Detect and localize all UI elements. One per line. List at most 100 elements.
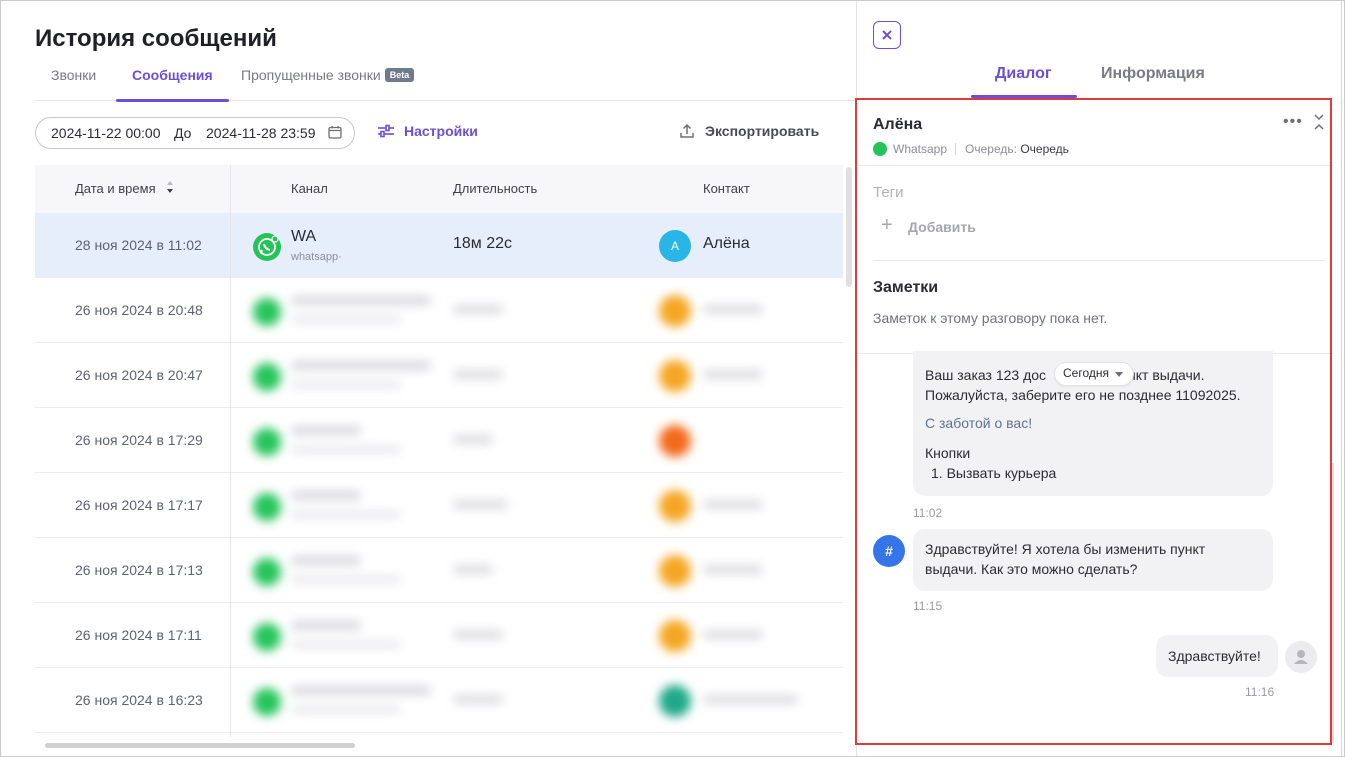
column-duration: Длительность [453,181,538,196]
redacted-text [291,361,431,370]
redacted-text [703,305,763,314]
upload-icon [680,123,694,138]
table-row[interactable]: 28 ноя 2024 в 11:02 WA whatsapp· 18м 22с… [35,213,843,278]
redacted-text [291,621,361,630]
table-row[interactable]: 26 ноя 2024 в 17:29 [35,408,843,473]
table-row[interactable]: 26 ноя 2024 в 16:23 [35,668,843,733]
scrollbar-thumb[interactable] [846,167,852,287]
row-date: 26 ноя 2024 в 17:29 [75,432,203,448]
redacted-text [291,316,401,323]
redacted-text [453,500,508,509]
avatar [659,360,691,392]
redacted-text [703,695,798,704]
date-range-picker[interactable]: 2024-11-22 00:00 До 2024-11-28 23:59 [35,117,355,149]
redacted-text [703,565,763,574]
row-channel: WA [291,228,317,245]
table-row[interactable]: 26 ноя 2024 в 17:11 [35,603,843,668]
row-date: 26 ноя 2024 в 20:48 [75,302,203,318]
message-history-section: История сообщений Звонки Сообщения Пропу… [1,1,856,756]
messages-table: Дата и время Канал Длительность Контакт … [35,165,843,737]
tab-calls-label: Звонки [51,67,97,83]
channel-icon-blurred [253,298,281,326]
window-edge [1341,1,1342,756]
beta-badge: Beta [384,68,415,82]
vertical-scrollbar[interactable] [844,165,854,295]
redacted-text [703,630,763,639]
table-header: Дата и время Канал Длительность Контакт [35,165,843,213]
redacted-text [453,305,503,314]
avatar [659,555,691,587]
row-date: 26 ноя 2024 в 17:13 [75,562,203,578]
redacted-text [291,706,401,713]
row-date: 26 ноя 2024 в 20:47 [75,367,203,383]
channel-icon-blurred [253,428,281,456]
channel-icon-blurred [253,688,281,716]
app-window: История сообщений Звонки Сообщения Пропу… [0,0,1345,757]
tab-calls[interactable]: Звонки [51,67,96,101]
avatar [659,620,691,652]
column-datetime[interactable]: Дата и время [75,181,156,196]
redacted-text [291,426,361,435]
tab-missed-calls-label: Пропущенные звонки [241,67,381,83]
date-to: 2024-11-28 23:59 [206,125,316,141]
export-button[interactable]: Экспортировать [679,123,819,139]
settings-button[interactable]: Настройки [377,123,478,139]
avatar: А [659,230,691,262]
channel-icon-blurred [253,558,281,586]
column-divider [230,165,231,737]
redacted-text [453,695,503,704]
redacted-text [291,686,431,695]
history-tabs: Звонки Сообщения Пропущенные звонки Beta [35,61,856,102]
redacted-text [703,500,763,509]
channel-icon-blurred [253,493,281,521]
date-from: 2024-11-22 00:00 [51,125,161,141]
channel-icon-blurred [253,623,281,651]
row-date: 26 ноя 2024 в 16:23 [75,692,203,708]
tab-dialog[interactable]: Диалог [995,65,1052,83]
date-to-label: До [174,125,192,141]
avatar [659,685,691,717]
avatar [659,425,691,457]
redacted-text [453,565,493,574]
export-label: Экспортировать [705,123,820,139]
highlight-frame [855,98,1332,745]
page-title: История сообщений [35,25,277,52]
redacted-text [291,641,401,648]
avatar [659,295,691,327]
column-contact: Контакт [703,181,750,196]
row-date: 26 ноя 2024 в 17:17 [75,497,203,513]
close-button[interactable] [873,21,901,49]
whatsapp-icon [253,233,281,261]
table-row[interactable]: 26 ноя 2024 в 20:47 [35,343,843,408]
redacted-text [291,576,401,583]
table-row[interactable]: 26 ноя 2024 в 17:17 [35,473,843,538]
sliders-icon [378,124,394,138]
settings-label: Настройки [404,123,478,139]
calendar-icon [328,126,342,139]
row-date: 28 ноя 2024 в 11:02 [75,237,202,253]
redacted-text [291,491,361,500]
avatar [659,490,691,522]
row-contact: Алёна [703,235,750,252]
redacted-text [291,381,401,388]
redacted-text [291,511,401,518]
tab-information[interactable]: Информация [1101,65,1205,83]
table-row[interactable]: 26 ноя 2024 в 17:13 [35,538,843,603]
tab-missed-calls[interactable]: Пропущенные звонки Beta [241,67,415,101]
redacted-text [703,370,763,379]
row-channel-sub: whatsapp· [291,251,342,263]
scrollbar-thumb[interactable] [45,743,355,748]
redacted-text [291,556,361,565]
horizontal-scrollbar[interactable] [35,741,843,749]
row-duration: 18м 22с [453,235,513,252]
redacted-text [291,446,401,453]
tab-messages[interactable]: Сообщения [116,67,229,102]
tab-messages-label: Сообщения [132,67,213,83]
redacted-text [453,630,503,639]
channel-icon-blurred [253,363,281,391]
dialog-panel: Диалог Информация Алёна ••• Whatsapp Очер… [855,1,1344,756]
close-icon [882,30,892,40]
redacted-text [291,296,431,305]
table-row[interactable]: 26 ноя 2024 в 20:48 [35,278,843,343]
sort-icon[interactable] [165,179,175,195]
